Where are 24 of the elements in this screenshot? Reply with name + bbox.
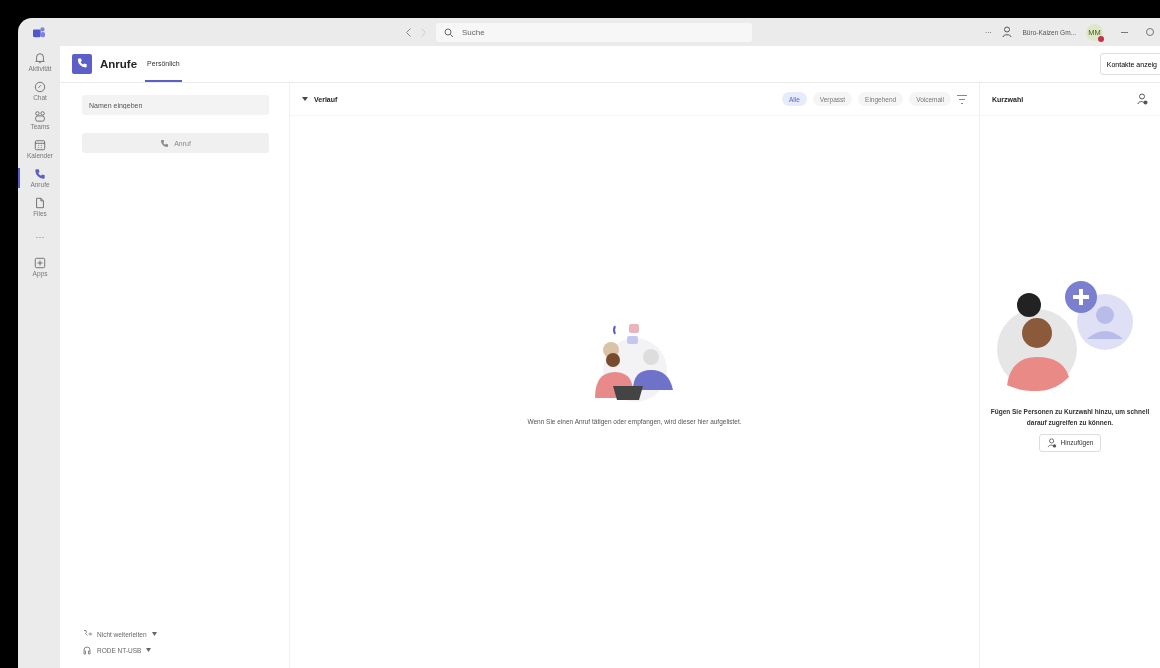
caret-icon [302,96,308,102]
phone-icon [160,138,170,148]
teams-logo-icon [32,26,46,38]
caret-icon [151,632,157,636]
phone-icon [34,168,46,180]
page-title: Anrufe [100,58,138,70]
add-person-icon [1046,437,1057,448]
file-icon [34,197,46,209]
filter-icon[interactable] [957,94,967,104]
rail-item[interactable]: ··· [18,226,60,248]
people-icon[interactable] [1001,26,1013,38]
add-person-icon[interactable] [1137,93,1148,105]
back-icon[interactable] [406,27,411,37]
plus-box-icon [34,257,46,269]
headset-icon [82,645,92,655]
caret-icon [146,648,152,652]
people-icon [34,110,46,122]
bell-icon [34,52,46,64]
minimize-icon[interactable] [1121,31,1128,33]
call-forward-icon [82,629,92,639]
chat-icon [34,81,46,93]
calendar-icon [34,139,46,151]
search-field[interactable]: Suche [436,22,752,42]
phone-app-icon [72,54,92,74]
